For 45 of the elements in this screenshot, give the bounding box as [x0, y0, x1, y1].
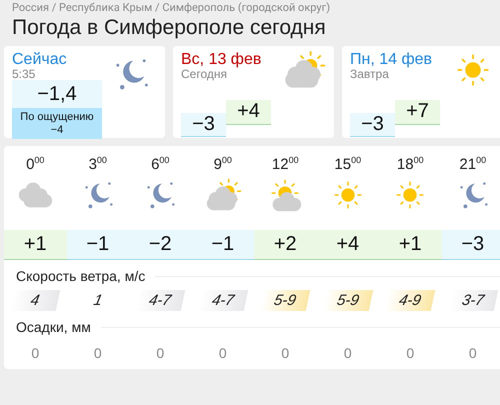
temperature-bar: +1 [379, 230, 442, 260]
hour-label: 6$^{00}$ [151, 156, 170, 175]
precipitation-value: 0 [406, 345, 414, 361]
precipitation-value: 0 [218, 345, 227, 361]
current-time: 5:35 [12, 68, 36, 80]
max-temperature: +4 [226, 100, 271, 125]
temperature-bar: −1 [192, 230, 254, 260]
hour-label: 0$^{00}$ [26, 156, 44, 175]
temperature-bar: +4 [316, 230, 379, 260]
precipitation-value: 0 [281, 345, 290, 361]
hour-label: 3$^{00}$ [88, 156, 107, 175]
max-temperature: +7 [395, 100, 440, 125]
card-title: Сейчас [12, 52, 68, 68]
min-temperature: −3 [350, 113, 395, 137]
hour-label: 12$^{00}$ [272, 156, 299, 175]
current-temperature: −1,4 [12, 80, 102, 108]
day-label: Завтра [350, 68, 390, 80]
feels-like-panel: По ощущению −4 [12, 108, 102, 139]
day-date: Вс, 13 фев [181, 52, 262, 68]
day-date: Пн, 14 фев [350, 52, 434, 68]
hour-label: 18$^{00}$ [396, 156, 424, 175]
day-card[interactable]: Вс, 13 фев Сегодня −3 +4 [173, 46, 334, 138]
section-label: Скорость ветра, м/с [16, 268, 146, 284]
temperature-bar: +2 [254, 230, 316, 260]
wind-speed: 5-9 [322, 290, 373, 311]
precipitation-value: 0 [468, 345, 477, 361]
wind-speed: 4-9 [385, 290, 436, 311]
wind-speed: 1 [90, 291, 105, 311]
precipitation-value: 0 [344, 345, 352, 361]
precipitation-value: 0 [156, 345, 164, 361]
precipitation-value: 0 [31, 345, 40, 361]
temperature-bar: −3 [442, 230, 500, 260]
hour-label: 21$^{00}$ [459, 156, 486, 175]
wind-speed: 5-9 [260, 290, 310, 311]
min-temperature: −3 [181, 113, 226, 137]
day-card[interactable]: Пн, 14 фев Завтра −3 +7 [342, 46, 500, 138]
temperature-bar: −2 [129, 230, 192, 260]
hour-label: 9$^{00}$ [214, 156, 232, 175]
temperature-bar: −1 [66, 230, 129, 260]
temperature-bar: +1 [4, 230, 66, 260]
page-title: Погода в Симферополе сегодня [12, 16, 326, 40]
precipitation-value: 0 [94, 345, 102, 361]
section-label: Осадки, мм [16, 319, 91, 335]
day-label: Сегодня [181, 68, 228, 80]
hour-label: 15$^{00}$ [334, 156, 362, 175]
